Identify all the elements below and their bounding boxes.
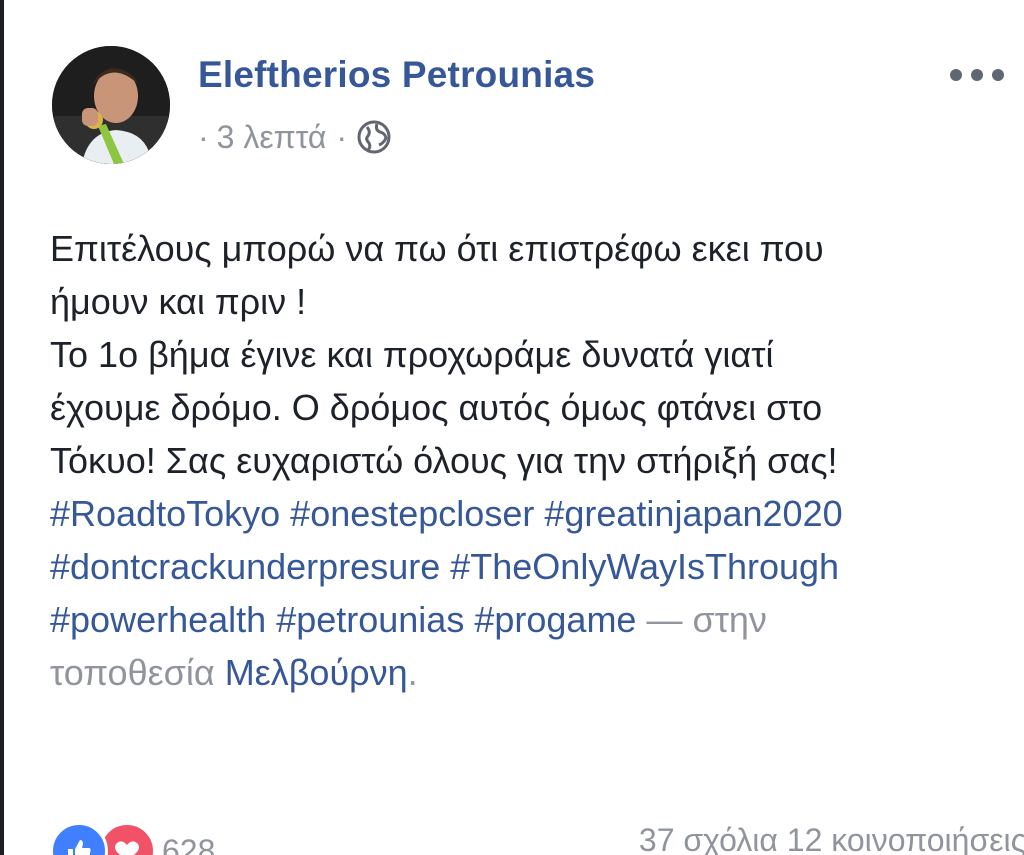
more-dot xyxy=(992,69,1004,81)
post-text-line: Επιτέλους μπορώ να πω ότι επιστρέφω εκει… xyxy=(50,228,824,269)
more-dot xyxy=(971,69,983,81)
hashtag-link[interactable]: #powerhealth xyxy=(50,599,266,640)
post-text: Επιτέλους μπορώ να πω ότι επιστρέφω εκει… xyxy=(50,222,1010,699)
location-link[interactable]: Μελβούρνη xyxy=(225,652,408,693)
globe-icon[interactable] xyxy=(355,118,393,156)
post-meta: · 3 λεπτά · xyxy=(198,118,393,156)
location-line: τοποθεσία Μελβούρνη. xyxy=(50,646,1010,699)
location-prefix: τοποθεσία xyxy=(50,652,215,693)
hashtag-link[interactable]: #petrounias xyxy=(276,599,464,640)
post-text-line: Το 1ο βήμα έγινε και προχωράμε δυνατά γι… xyxy=(50,334,774,375)
hashtag-link[interactable]: #TheOnlyWayIsThrough xyxy=(450,546,839,587)
more-dot xyxy=(950,69,962,81)
hashtag-link[interactable]: #greatinjapan2020 xyxy=(544,493,842,534)
post-text-line: έχουμε δρόμο. Ο δρόμος αυτός όμως φτάνει… xyxy=(50,387,823,428)
post-footer: 628 37 σχόλια 12 κοινοποιήσεις xyxy=(50,822,1024,855)
location-prefix: — στην xyxy=(646,599,767,640)
avatar[interactable] xyxy=(52,46,170,164)
meta-separator: · xyxy=(198,118,209,155)
hashtag-line: #powerhealth #petrounias #progame — στην xyxy=(50,593,1010,646)
more-options-icon[interactable] xyxy=(950,60,1004,90)
hashtag-link[interactable]: #RoadtoTokyo xyxy=(50,493,280,534)
facebook-post: Eleftherios Petrounias · 3 λεπτά · Επιτέ… xyxy=(4,0,1024,855)
post-author-name[interactable]: Eleftherios Petrounias xyxy=(198,54,595,96)
like-icon xyxy=(50,822,108,855)
avatar-photo xyxy=(52,46,170,164)
location-suffix: . xyxy=(407,652,418,693)
hashtag-link[interactable]: #dontcrackunderpresure xyxy=(50,546,440,587)
reaction-count[interactable]: 628 xyxy=(162,833,215,855)
meta-separator: · xyxy=(336,118,348,155)
reactions-summary[interactable]: 628 xyxy=(50,822,215,855)
post-text-line: Τόκυο! Σας ευχαριστώ όλους για την στήρι… xyxy=(50,440,838,481)
post-timestamp[interactable]: 3 λεπτά xyxy=(217,119,327,156)
comments-shares-count[interactable]: 37 σχόλια 12 κοινοποιήσεις xyxy=(639,822,1024,855)
hashtag-link[interactable]: #progame xyxy=(474,599,636,640)
hashtag-line: #dontcrackunderpresure #TheOnlyWayIsThro… xyxy=(50,540,1010,593)
hashtag-link[interactable]: #onestepcloser xyxy=(290,493,534,534)
post-text-line: ήμουν και πριν ! xyxy=(50,281,307,322)
hashtag-line: #RoadtoTokyo #onestepcloser #greatinjapa… xyxy=(50,487,1010,540)
